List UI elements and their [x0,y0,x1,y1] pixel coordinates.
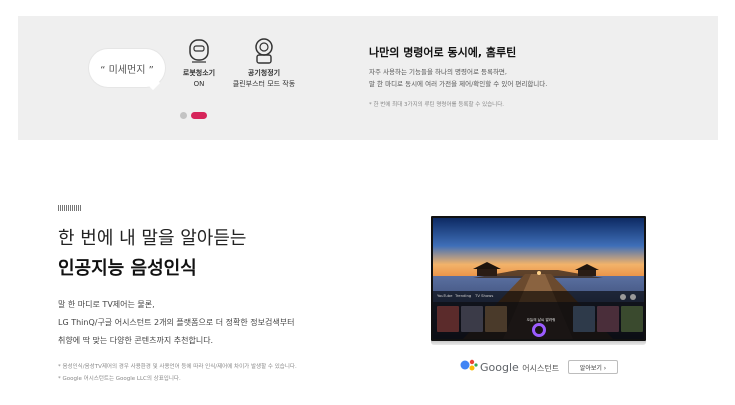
description-line: LG ThinQ/구글 어시스턴트 2개의 플랫폼으로 더 정확한 정보검색부터 [58,318,295,327]
tv-stand [431,341,646,345]
assistant-text: 어시스턴트 [522,364,560,373]
carousel-dot-2-active[interactable] [191,112,207,119]
section-heading-line2: 인공지능 음성인식 [58,258,197,279]
device-state: 클린부스터 모드 작동 [232,80,296,88]
tv-screen: YouTube Trending TV Shows 오늘의 날씨 알려줘 [433,218,644,339]
content-thumbnail [485,306,507,332]
tv-product-image: YouTube Trending TV Shows 오늘의 날씨 알려줘 [431,216,646,341]
tv-app-bar: YouTube Trending TV Shows [433,291,644,302]
carousel-dot-1[interactable] [180,112,187,119]
google-brand-text: Google [480,361,519,374]
thinq-assistant-icon [532,323,546,337]
content-thumbnail [437,306,459,332]
content-thumbnail [597,306,619,332]
routine-desc-line: 자주 사용하는 기능들을 하나의 명령어로 등록하면, [369,68,507,76]
tv-tab: Trending [455,293,472,298]
google-assistant-logo-icon [460,359,478,371]
routine-description: 자주 사용하는 기능들을 하나의 명령어로 등록하면, 말 한 마디로 동시에 … [369,66,629,90]
disclaimer: * 음성인식/음성TV제어의 경우 사용환경 및 사용언어 등에 따라 인식/제… [58,361,297,385]
tv-settings-icon [630,294,636,300]
content-thumbnail [621,306,643,332]
section-heading-line1: 한 번에 내 말을 알아듣는 [58,228,247,249]
device-state: ON [193,80,205,88]
section-decoration [58,205,82,211]
routine-desc-line: 말 한 마디로 동시에 여러 가전을 제어/확인할 수 있어 편리합니다. [369,80,548,88]
device-name: 공기청정기 [247,69,281,77]
learn-more-button[interactable]: 알아보기 › [568,360,618,374]
device-name: 로봇청소기 [182,69,216,77]
disclaimer-line: * 음성인식/음성TV제어의 경우 사용환경 및 사용언어 등에 따라 인식/제… [58,364,297,370]
content-thumbnail [573,306,595,332]
description-line: 취향에 딱 맞는 다양한 콘텐츠까지 추천합니다. [58,336,214,345]
device-robot-cleaner: 로봇청소기 ON [164,37,234,90]
section-description: 말 한 마디로 TV제어는 물론, LG ThinQ/구글 어시스턴트 2개의 … [58,296,358,350]
assistant-prompt-text: 오늘의 날씨 알려줘 [526,318,556,322]
voice-command-text: “ 미세먼지 ” [100,64,154,76]
content-thumbnail [461,306,483,332]
tv-tab: TV Shows [475,293,494,298]
routine-note: * 한 번에 최대 3가지의 루틴 명령어를 등록할 수 있습니다. [369,102,505,108]
routine-title: 나만의 명령어로 동시에, 홈루틴 [369,46,517,59]
device-air-purifier: 공기청정기 클린부스터 모드 작동 [229,37,299,90]
disclaimer-line: * Google 어시스턴트는 Google LLC의 상표입니다. [58,376,181,382]
google-assistant-label: Google 어시스턴트 [480,361,559,374]
robot-cleaner-icon [189,39,209,63]
description-line: 말 한 마디로 TV제어는 물론, [58,300,155,309]
air-purifier-icon [255,38,273,64]
tv-search-icon [620,294,626,300]
tv-tab: YouTube [437,293,453,298]
